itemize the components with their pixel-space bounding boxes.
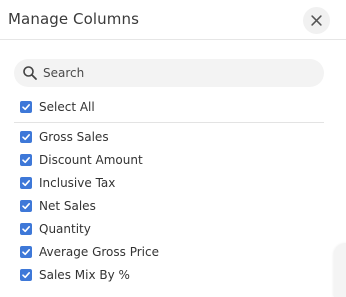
dialog-title: Manage Columns	[8, 10, 140, 28]
column-option-discount-amount[interactable]: Discount Amount	[20, 152, 143, 168]
column-option-sales-mix[interactable]: Sales Mix By %	[20, 267, 130, 283]
column-checkbox[interactable]	[20, 223, 32, 235]
select-all-label: Select All	[39, 100, 95, 114]
column-checkbox[interactable]	[20, 177, 32, 189]
column-label: Inclusive Tax	[39, 176, 116, 190]
checkmark-icon	[22, 180, 30, 187]
column-option-inclusive-tax[interactable]: Inclusive Tax	[20, 175, 115, 191]
column-checkbox[interactable]	[20, 269, 32, 281]
column-label: Net Sales	[39, 199, 96, 213]
checkmark-icon	[22, 226, 30, 233]
select-all-option[interactable]: Select All	[20, 99, 95, 115]
column-checkbox[interactable]	[20, 200, 32, 212]
checkmark-icon	[22, 157, 30, 164]
column-option-gross-sales[interactable]: Gross Sales	[20, 129, 109, 145]
checkmark-icon	[22, 134, 30, 141]
close-button[interactable]	[303, 7, 330, 34]
checkmark-icon	[22, 249, 30, 256]
select-all-checkbox[interactable]	[20, 101, 32, 113]
column-option-quantity[interactable]: Quantity	[20, 221, 91, 237]
scrollbar-edge[interactable]	[334, 243, 346, 297]
column-option-average-gross-price[interactable]: Average Gross Price	[20, 244, 159, 260]
column-label: Sales Mix By %	[39, 268, 130, 282]
close-icon	[311, 15, 322, 26]
checkmark-icon	[22, 272, 30, 279]
column-checkbox[interactable]	[20, 154, 32, 166]
search-input[interactable]	[43, 63, 313, 83]
checkmark-icon	[22, 104, 30, 111]
column-checkbox[interactable]	[20, 131, 32, 143]
divider	[14, 122, 324, 123]
column-option-net-sales[interactable]: Net Sales	[20, 198, 96, 214]
search-icon	[23, 66, 37, 80]
column-label: Discount Amount	[39, 153, 143, 167]
column-label: Gross Sales	[39, 130, 109, 144]
dialog-header: Manage Columns	[0, 0, 346, 40]
column-label: Quantity	[39, 222, 91, 236]
checkmark-icon	[22, 203, 30, 210]
column-checkbox[interactable]	[20, 246, 32, 258]
column-label: Average Gross Price	[39, 245, 159, 259]
search-box	[14, 59, 324, 87]
